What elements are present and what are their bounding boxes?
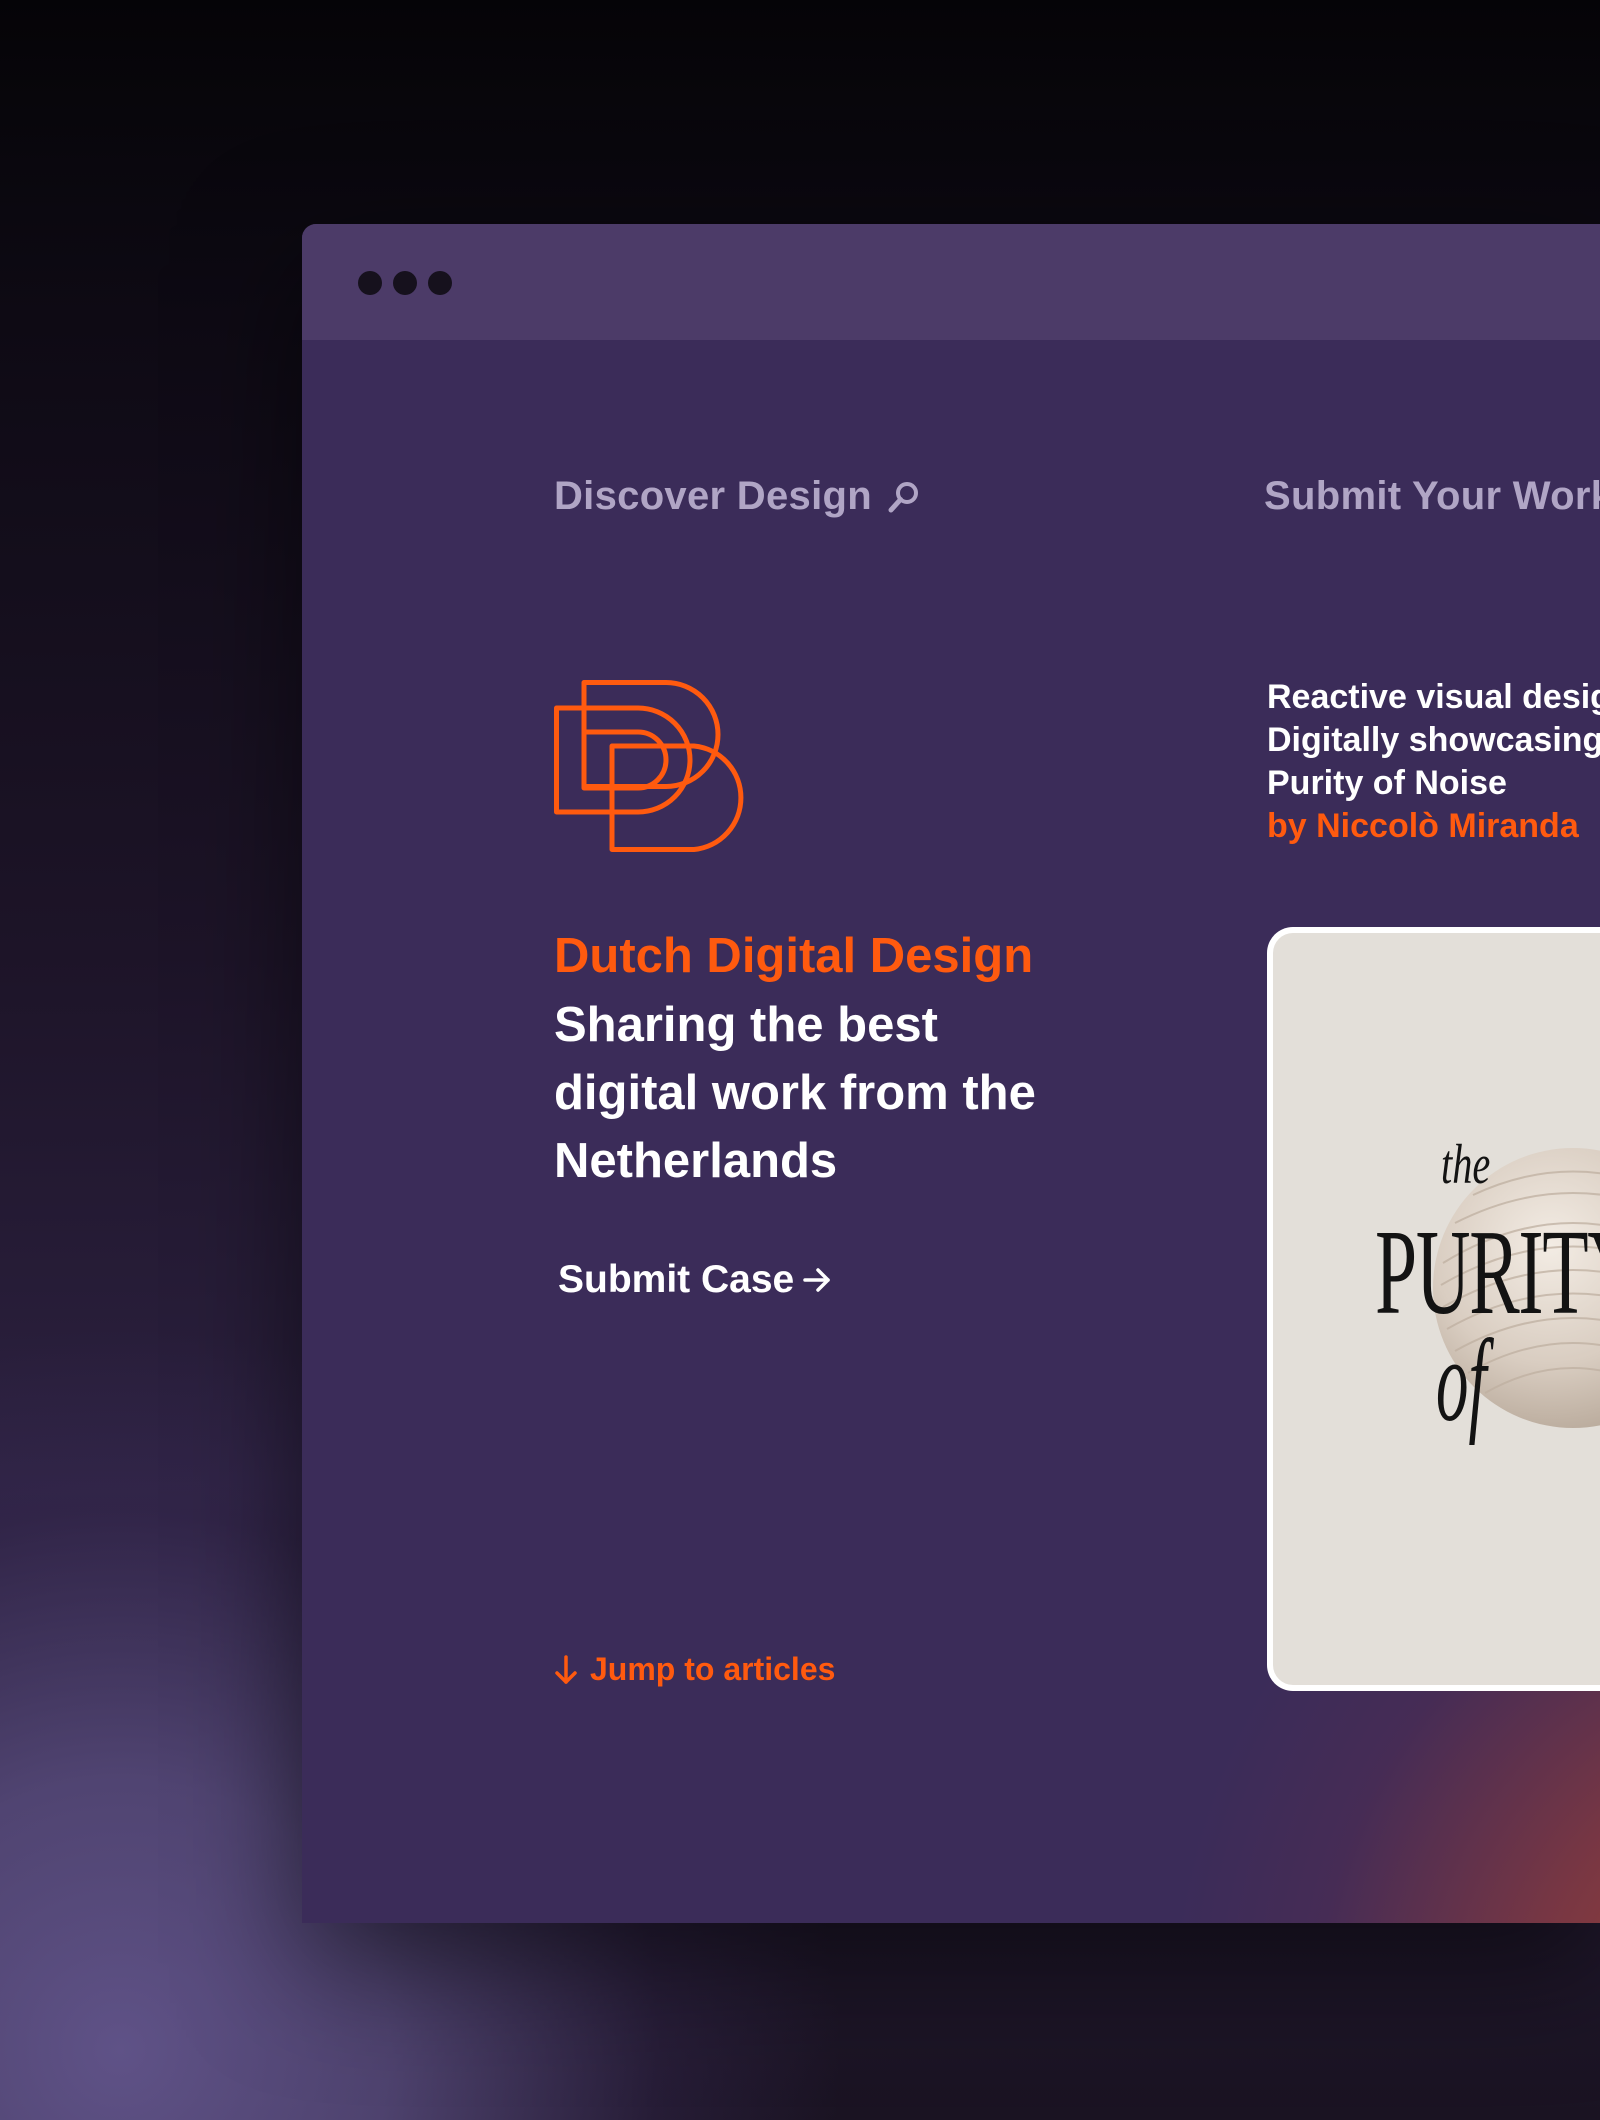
tagline-line: digital work from the — [554, 1066, 1036, 1120]
arrow-right-icon — [803, 1268, 830, 1292]
submit-case-label: Submit Case — [558, 1258, 795, 1301]
submit-case-link[interactable]: Submit Case — [558, 1258, 832, 1302]
featured-case-text[interactable]: Reactive visual design Digitally showcas… — [1267, 676, 1600, 848]
browser-window: Discover Design Submit Your Work Dutch D… — [302, 224, 1600, 1923]
hero-text: Dutch Digital Design Sharing the best di… — [554, 921, 1174, 1195]
featured-line: Reactive visual design — [1267, 678, 1600, 716]
featured-line: Digitally showcasing — [1267, 721, 1600, 759]
jump-to-articles-link[interactable]: Jump to articles — [554, 1651, 835, 1688]
poster-of: of — [1436, 1315, 1487, 1446]
window-controls[interactable] — [358, 271, 452, 295]
window-dot[interactable] — [428, 271, 452, 295]
nav-submit-your-work[interactable]: Submit Your Work — [1264, 474, 1600, 519]
window-titlebar — [302, 224, 1600, 340]
nav-discover-label: Discover Design — [554, 474, 872, 518]
jump-label: Jump to articles — [590, 1651, 836, 1687]
featured-case-card[interactable]: the PURITY of N — [1267, 927, 1600, 1691]
nav-submit-label: Submit Your Work — [1264, 474, 1600, 518]
brand-name: Dutch Digital Design — [554, 929, 1034, 983]
window-dot[interactable] — [393, 271, 417, 295]
search-icon — [888, 481, 918, 512]
featured-line: Purity of Noise — [1267, 764, 1507, 802]
tagline-line: Sharing the best — [554, 998, 938, 1052]
featured-author: by Niccolò Miranda — [1267, 807, 1579, 845]
poster-purity: PURITY — [1375, 1205, 1600, 1340]
tagline-line: Netherlands — [554, 1134, 838, 1188]
window-dot[interactable] — [358, 271, 382, 295]
ddd-logo — [554, 680, 744, 852]
arrow-down-icon — [555, 1654, 577, 1684]
nav-discover-design[interactable]: Discover Design — [554, 474, 922, 519]
poster-the: the — [1441, 1134, 1491, 1196]
